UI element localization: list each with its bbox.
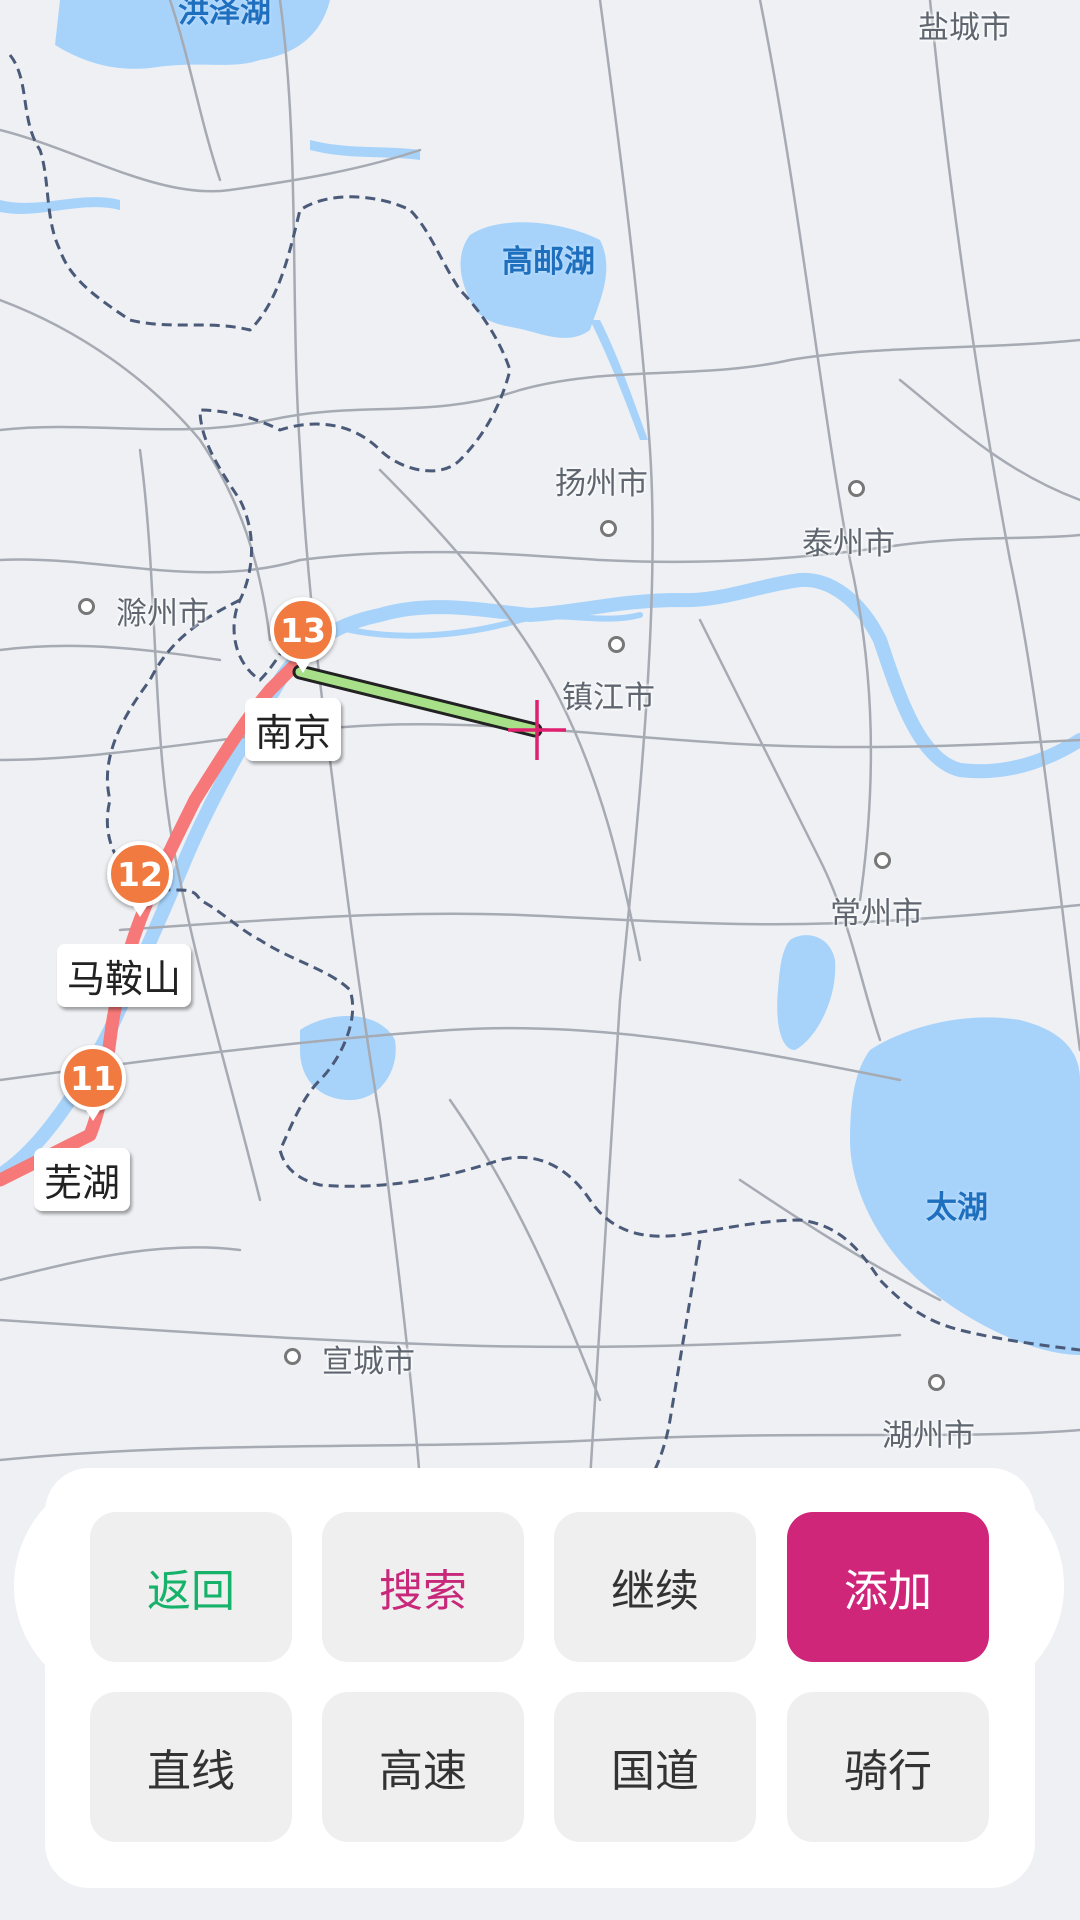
route-stop-label-nanjing: 南京 — [245, 698, 342, 761]
city-label-taizhou: 泰州市 — [802, 526, 895, 562]
back-button[interactable]: 返回 — [90, 1512, 292, 1662]
lake-label-gaoyou: 高邮湖 — [502, 244, 595, 280]
national-road-button[interactable]: 国道 — [554, 1692, 756, 1842]
city-dot-zhenjiang — [608, 636, 625, 653]
continue-button[interactable]: 继续 — [554, 1512, 756, 1662]
add-button[interactable]: 添加 — [787, 1512, 989, 1662]
city-label-zhenjiang: 镇江市 — [562, 680, 655, 716]
city-dot-yangzhou — [600, 520, 617, 537]
city-dot-taizhou — [848, 480, 865, 497]
city-dot-xuancheng — [284, 1348, 301, 1365]
cycling-button[interactable]: 骑行 — [787, 1692, 989, 1842]
city-label-chuzhou: 滁州市 — [116, 596, 209, 632]
city-label-huzhou: 湖州市 — [882, 1418, 975, 1454]
lake-label-tai: 太湖 — [926, 1190, 988, 1226]
route-stop-marker-12[interactable]: 12 — [107, 841, 173, 917]
city-label-yancheng: 盐城市 — [918, 10, 1011, 46]
straight-line-button[interactable]: 直线 — [90, 1692, 292, 1842]
city-dot-huzhou — [928, 1374, 945, 1391]
city-label-xuancheng: 宣城市 — [322, 1344, 415, 1380]
city-label-yangzhou: 扬州市 — [555, 466, 648, 502]
expressway-button[interactable]: 高速 — [322, 1692, 524, 1842]
route-stop-label-maanshan: 马鞍山 — [57, 944, 192, 1007]
toolbar-panel: 返回 搜索 继续 添加 直线 高速 国道 骑行 — [45, 1468, 1035, 1888]
city-label-changzhou: 常州市 — [830, 896, 923, 932]
route-stop-label-wuhu: 芜湖 — [34, 1148, 131, 1211]
route-stop-marker-13[interactable]: 13 — [270, 597, 336, 673]
search-button[interactable]: 搜索 — [322, 1512, 524, 1662]
city-dot-changzhou — [874, 852, 891, 869]
lake-label-hongze: 洪泽湖 — [178, 0, 271, 30]
route-stop-marker-11[interactable]: 11 — [60, 1045, 126, 1121]
city-dot-chuzhou — [78, 598, 95, 615]
